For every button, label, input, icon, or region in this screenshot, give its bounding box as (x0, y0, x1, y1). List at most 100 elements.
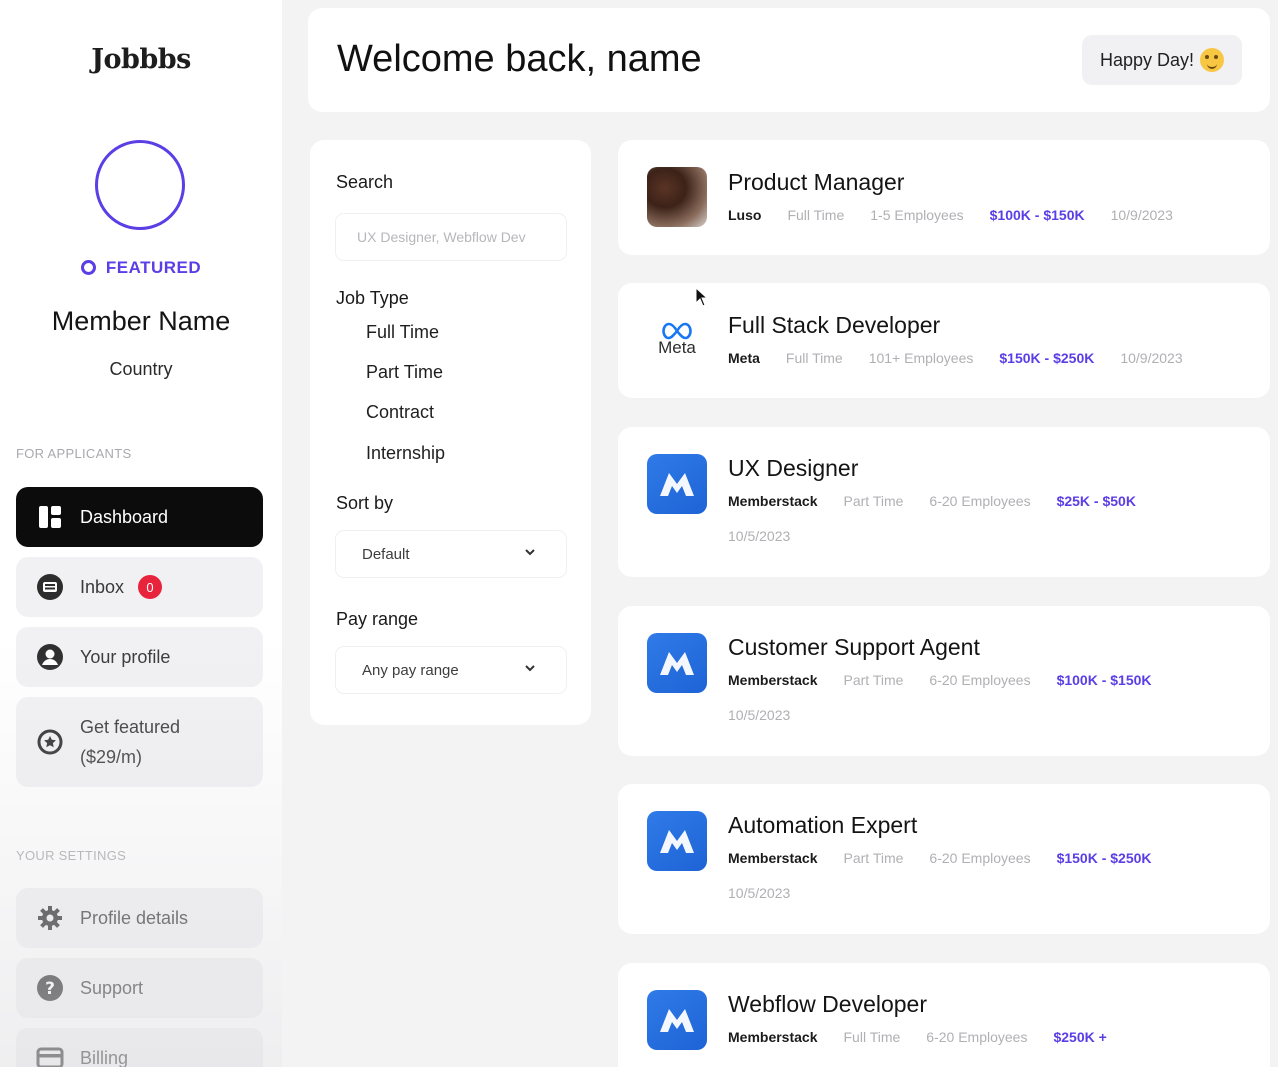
job-title[interactable]: Automation Expert (728, 812, 917, 839)
job-company: Memberstack (728, 493, 818, 509)
job-type: Part Time (843, 493, 904, 509)
job-company-size: 6-20 Employees (929, 850, 1031, 866)
job-title[interactable]: Customer Support Agent (728, 634, 980, 661)
search-input[interactable] (336, 214, 566, 260)
job-title[interactable]: Full Stack Developer (728, 312, 940, 339)
memberstack-logo-icon (660, 652, 694, 675)
job-pay: $100K - $150K (989, 207, 1085, 223)
job-card[interactable]: UX Designer Memberstack Part Time 6-20 E… (618, 427, 1270, 577)
job-type: Full Time (787, 207, 845, 223)
filters-panel: Search Job Type Full Time Part Time Cont… (310, 140, 591, 725)
pay-range-select[interactable]: Any pay range (336, 647, 566, 693)
job-type-label: Job Type (336, 288, 409, 308)
nav-get-featured-text: Get featured ($29/m) (80, 712, 180, 772)
job-pay: $25K - $50K (1056, 493, 1136, 509)
featured-label: FEATURED (105, 258, 202, 277)
avatar[interactable] (95, 140, 185, 230)
nav-get-featured[interactable]: Get featured ($29/m) (16, 697, 263, 787)
job-card[interactable]: Customer Support Agent Memberstack Part … (618, 606, 1270, 756)
pay-range-label: Pay range (336, 609, 419, 629)
sort-by-label: Sort by (336, 493, 394, 513)
svg-text:?: ? (45, 979, 55, 999)
nav-get-featured-price: ($29/m) (80, 747, 143, 767)
company-logo (647, 811, 707, 871)
featured-badge: FEATURED (0, 258, 282, 278)
job-type-contract[interactable]: Contract (366, 402, 434, 423)
nav-dashboard-label: Dashboard (80, 506, 169, 527)
job-card[interactable]: Webflow Developer Memberstack Full Time … (618, 963, 1270, 1067)
welcome-title: Welcome back, name (337, 38, 702, 80)
job-type: Full Time (785, 350, 843, 366)
job-date: 10/5/2023 (728, 707, 791, 723)
inbox-count-badge: 0 (138, 575, 163, 599)
help-icon: ? (36, 974, 64, 1002)
job-type: Part Time (843, 672, 904, 688)
job-meta: Memberstack Part Time 6-20 Employees $10… (728, 672, 1178, 688)
job-card[interactable]: Product Manager Luso Full Time 1-5 Emplo… (618, 140, 1270, 255)
job-meta: Memberstack Full Time 6-20 Employees $25… (728, 1029, 1133, 1045)
pay-range-value: Any pay range (362, 661, 459, 679)
nav-inbox-label: Inbox (80, 576, 125, 597)
job-title[interactable]: UX Designer (728, 455, 858, 482)
member-country: Country (109, 359, 173, 379)
nav-billing-label: Billing (80, 1047, 129, 1067)
job-pay: $150K - $250K (1056, 850, 1152, 866)
sort-by-select[interactable]: Default (336, 531, 566, 577)
party-face-icon (1200, 48, 1224, 72)
nav-billing[interactable]: Billing (16, 1028, 263, 1067)
nav-inbox[interactable]: Inbox 0 (16, 557, 263, 617)
nav-dashboard[interactable]: Dashboard (16, 487, 263, 547)
meta-logo-text: Meta (658, 338, 696, 357)
job-pay: $250K + (1053, 1029, 1107, 1045)
job-company: Memberstack (728, 850, 818, 866)
job-meta: Meta Full Time 101+ Employees $150K - $2… (728, 350, 1209, 366)
job-type-full-time[interactable]: Full Time (366, 322, 439, 343)
credit-card-icon (36, 1044, 64, 1067)
job-company: Memberstack (728, 1029, 818, 1045)
job-card[interactable]: Automation Expert Memberstack Part Time … (618, 784, 1270, 934)
company-logo (647, 167, 707, 227)
job-date: 10/5/2023 (728, 885, 791, 901)
page-header: Welcome back, name Happy Day! (308, 8, 1270, 112)
company-logo: Meta (647, 310, 707, 370)
nav-support[interactable]: ? Support (16, 958, 263, 1018)
nav-your-profile[interactable]: Your profile (16, 627, 263, 687)
nav-profile-details-label: Profile details (80, 907, 189, 928)
company-logo (647, 633, 707, 693)
memberstack-logo-icon (660, 1009, 694, 1032)
job-company-size: 101+ Employees (868, 350, 974, 366)
job-pay: $150K - $250K (999, 350, 1095, 366)
job-date: 10/9/2023 (1120, 350, 1183, 366)
memberstack-logo-icon (660, 830, 694, 853)
nav-support-label: Support (80, 977, 144, 998)
job-date: 10/5/2023 (728, 528, 791, 544)
search-label: Search (336, 172, 394, 192)
star-badge-icon (36, 728, 64, 756)
job-company-size: 6-20 Employees (929, 493, 1031, 509)
job-title[interactable]: Webflow Developer (728, 991, 927, 1018)
job-card[interactable]: Meta Full Stack Developer Meta Full Time… (618, 283, 1270, 398)
nav-get-featured-label: Get featured (80, 717, 181, 737)
job-meta: Memberstack Part Time 6-20 Employees $25… (728, 493, 1162, 509)
inbox-icon (36, 573, 64, 601)
job-date: 10/9/2023 (1110, 207, 1173, 223)
job-type-part-time[interactable]: Part Time (366, 362, 443, 383)
job-company-size: 6-20 Employees (926, 1029, 1028, 1045)
nav-profile-details[interactable]: Profile details (16, 888, 263, 948)
user-icon (36, 643, 64, 671)
job-type: Part Time (843, 850, 904, 866)
job-type-internship[interactable]: Internship (366, 443, 445, 464)
greeting-label: Happy Day! (1099, 49, 1194, 70)
featured-icon (80, 260, 96, 275)
job-type: Full Time (843, 1029, 901, 1045)
company-logo (647, 454, 707, 514)
job-pay: $100K - $150K (1056, 672, 1152, 688)
job-company: Meta (728, 350, 760, 366)
job-title[interactable]: Product Manager (728, 169, 904, 196)
greeting-chip: Happy Day! (1081, 35, 1242, 85)
section-label-applicants: FOR APPLICANTS (16, 446, 132, 461)
app-logo[interactable]: Jobbbs (0, 44, 282, 75)
job-company: Memberstack (728, 672, 818, 688)
gear-icon (36, 904, 64, 932)
section-label-settings: YOUR SETTINGS (16, 848, 127, 863)
